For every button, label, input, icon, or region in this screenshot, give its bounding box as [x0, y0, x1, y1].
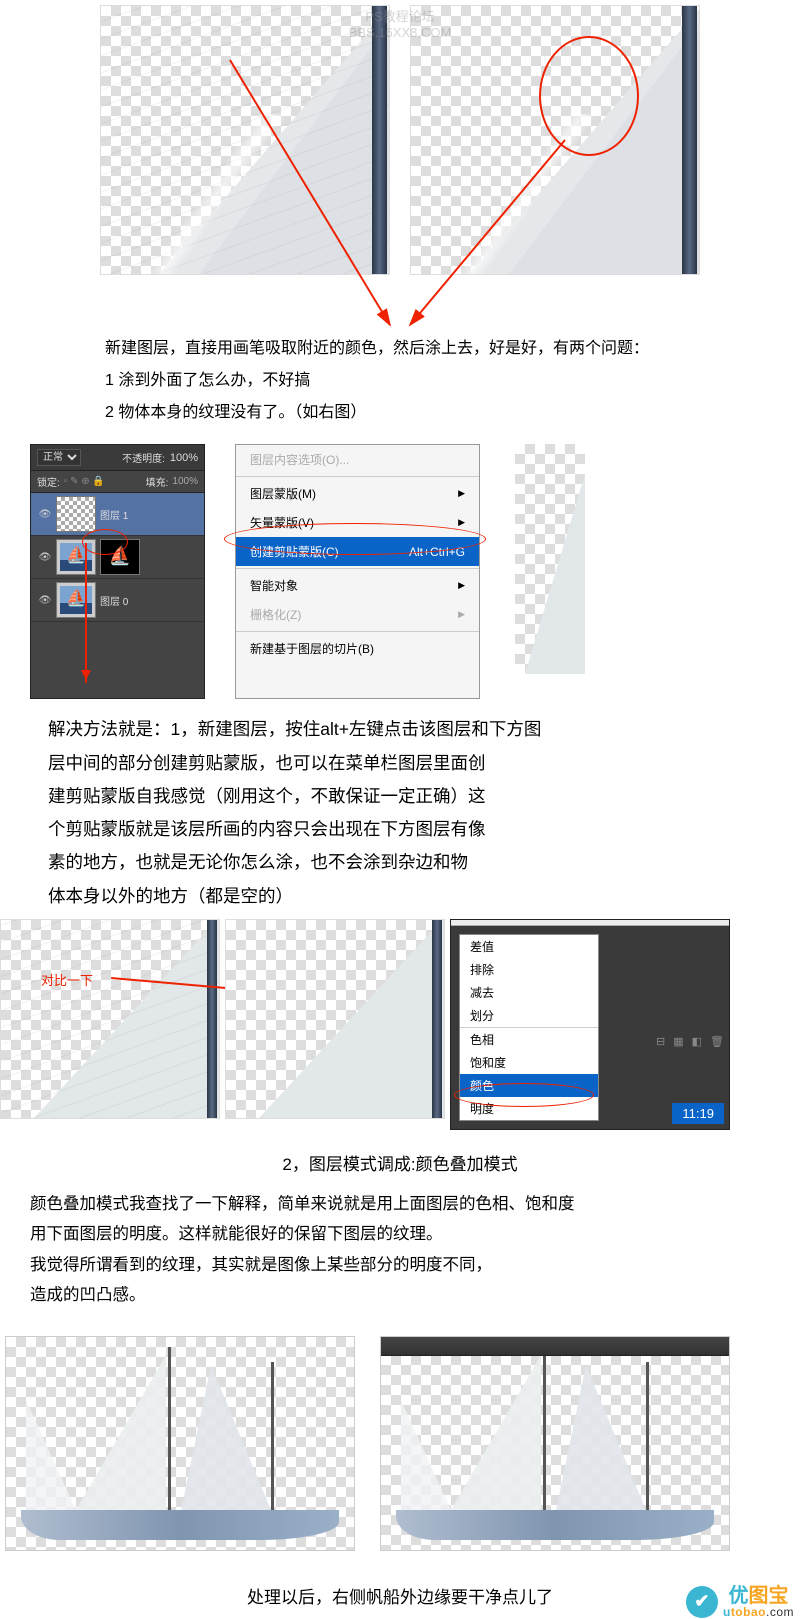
sail-closeup-right: [410, 5, 700, 275]
panel-icons: ⊟ ▦ ◧ 🗑: [656, 1035, 724, 1048]
opacity-value: 100%: [170, 452, 198, 464]
layer-thumb[interactable]: [56, 496, 96, 532]
submenu-arrow-icon: ▶: [458, 609, 465, 620]
icon[interactable]: ◧: [692, 1035, 702, 1048]
compare-images-row: 对比一下 差值 排除 减去 划分 色相 饱和度 颜色 明度 ⊟ ▦ ◧ 🗑 11…: [0, 919, 800, 1130]
blend-item-divide[interactable]: 划分: [460, 1004, 598, 1027]
sail-snippet: [515, 444, 585, 674]
red-circle-annotation: [539, 36, 639, 156]
opacity-label: 不透明度:: [122, 450, 165, 465]
menu-item-clipping-mask[interactable]: 创建剪贴蒙版(C)Alt+Ctrl+G: [236, 537, 479, 566]
layer-name: 图层 1: [100, 507, 128, 522]
time-indicator: 11:19: [672, 1103, 724, 1124]
menu-item-rasterize: 栅格化(Z)▶: [236, 600, 479, 629]
layer-row-1[interactable]: 👁 图层 1: [31, 493, 204, 536]
menu-item-new-slice[interactable]: 新建基于图层的切片(B): [236, 634, 479, 663]
boat-result-right: [380, 1336, 730, 1551]
logo-bird-icon: ✔: [686, 1586, 718, 1618]
lock-fill-row: 锁定: ▫ ✎ ⊕ 🔒 填充: 100%: [31, 471, 204, 493]
paragraph: 2 物体本身的纹理没有了。（如右图）: [105, 399, 695, 428]
blend-mode-select[interactable]: 正常: [37, 449, 81, 466]
sail-compare-right: [225, 919, 445, 1119]
icon[interactable]: ▦: [673, 1035, 683, 1048]
text-block-2: 解决方法就是：1，新建图层，按住alt+左键点击该图层和下方图 层中间的部分创建…: [0, 699, 800, 919]
layer-row-0[interactable]: 👁 图层 0: [31, 579, 204, 622]
text-block-1: 新建图层，直接用画笔吸取附近的颜色，然后涂上去，好是好，有两个问题： 1 涂到外…: [0, 280, 800, 444]
menu-item-layer-mask[interactable]: 图层蒙版(M)▶: [236, 479, 479, 508]
blend-item-saturation[interactable]: 饱和度: [460, 1051, 598, 1074]
context-menu: 图层内容选项(O)... 图层蒙版(M)▶ 矢量蒙版(V)▶ 创建剪贴蒙版(C)…: [235, 444, 480, 699]
visibility-icon[interactable]: 👁: [38, 593, 52, 607]
text-block-3: 颜色叠加模式我查找了一下解释，简单来说就是用上面图层的色相、饱和度 用下面图层的…: [0, 1189, 800, 1311]
menu-item-layer-content: 图层内容选项(O)...: [236, 445, 479, 474]
submenu-arrow-icon: ▶: [458, 517, 465, 528]
red-ellipse-annotation: [454, 1083, 594, 1107]
shortcut: Alt+Ctrl+G: [409, 545, 465, 559]
icon[interactable]: ⊟: [656, 1035, 665, 1048]
menu-item-vector-mask[interactable]: 矢量蒙版(V)▶: [236, 508, 479, 537]
sail-compare-left: 对比一下: [0, 919, 220, 1119]
layer-thumb[interactable]: [56, 582, 96, 618]
blend-item-difference[interactable]: 差值: [460, 935, 598, 958]
paragraph: 1 涂到外面了怎么办，不好搞: [105, 367, 695, 396]
blend-mode-panel: 差值 排除 减去 划分 色相 饱和度 颜色 明度 ⊟ ▦ ◧ 🗑 11:19: [450, 919, 730, 1130]
blend-item-exclusion[interactable]: 排除: [460, 958, 598, 981]
layers-panel-header: 正常 不透明度: 100%: [31, 445, 204, 471]
boat-result-left: [5, 1336, 355, 1551]
bottom-caption: 处理以后，右侧帆船外边缘要干净点儿了: [247, 1588, 553, 1607]
top-sail-images: [0, 0, 800, 280]
compare-annotation: 对比一下: [41, 970, 93, 989]
utobao-logo: ✔ 优图宝 utobao.com: [686, 1586, 794, 1618]
layers-panel: 正常 不透明度: 100% 锁定: ▫ ✎ ⊕ 🔒 填充: 100% 👁 图层 …: [30, 444, 205, 699]
submenu-arrow-icon: ▶: [458, 488, 465, 499]
result-boats-row: [0, 1311, 800, 1561]
visibility-icon[interactable]: 👁: [38, 507, 52, 521]
bottom-caption-row: 处理以后，右侧帆船外边缘要干净点儿了 ✔ 优图宝 utobao.com: [0, 1561, 800, 1618]
paragraph: 新建图层，直接用画笔吸取附近的颜色，然后涂上去，好是好，有两个问题：: [105, 335, 695, 364]
sail-closeup-left: [100, 5, 390, 275]
menu-item-smart-object[interactable]: 智能对象▶: [236, 571, 479, 600]
blend-item-subtract[interactable]: 减去: [460, 981, 598, 1004]
watermark: PS教程论坛 BBS.16XX8.COM: [349, 6, 452, 40]
photoshop-ui-section: 正常 不透明度: 100% 锁定: ▫ ✎ ⊕ 🔒 填充: 100% 👁 图层 …: [0, 444, 800, 699]
submenu-arrow-icon: ▶: [458, 580, 465, 591]
visibility-icon[interactable]: 👁: [38, 550, 52, 564]
trash-icon[interactable]: 🗑: [710, 1035, 724, 1048]
blend-item-hue[interactable]: 色相: [460, 1028, 598, 1051]
layer-name: 图层 0: [100, 593, 128, 608]
step-2-caption: 2，图层模式调成:颜色叠加模式: [0, 1130, 800, 1189]
